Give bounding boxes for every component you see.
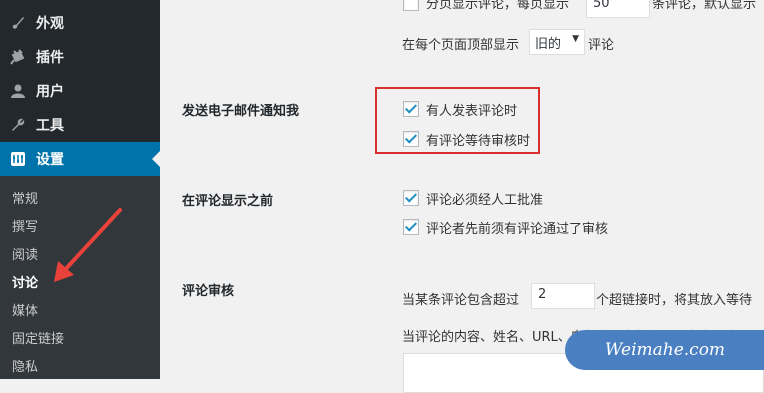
- menu-label: 用户: [36, 84, 64, 100]
- max-links-input[interactable]: 2: [531, 283, 595, 309]
- menu-label: 插件: [36, 50, 64, 66]
- watermark: Weimahe.com: [565, 330, 764, 370]
- submenu-item-reading[interactable]: 阅读: [12, 244, 38, 263]
- before-comment-label: 在评论显示之前: [182, 194, 274, 209]
- email-notify-label: 发送电子邮件通知我: [182, 104, 300, 119]
- submenu-item-privacy[interactable]: 隐私: [12, 356, 38, 375]
- comments-per-page-input[interactable]: 50: [586, 0, 650, 18]
- highlight-box: [375, 87, 540, 154]
- comment-order-value: 旧的: [535, 37, 562, 52]
- manual-approval-checkbox[interactable]: [403, 190, 419, 206]
- user-icon: [9, 82, 27, 100]
- moderation-label: 评论审核: [182, 284, 235, 299]
- menu-item-tools[interactable]: 工具: [0, 108, 160, 142]
- comment-order-select[interactable]: 旧的 ▼: [529, 29, 585, 55]
- previously-approved-label: 评论者先前须有评论通过了审核: [426, 222, 609, 237]
- settings-icon: [9, 150, 27, 168]
- paintbrush-icon: [9, 14, 27, 32]
- moderation-text-after: 个超链接时，将其放入等待: [596, 293, 753, 308]
- pagination-text-after: 条评论，默认显示: [652, 0, 757, 12]
- order-text-before: 在每个页面顶部显示: [402, 38, 520, 53]
- submenu-item-writing[interactable]: 撰写: [12, 216, 38, 235]
- menu-label: 设置: [36, 152, 64, 168]
- active-indicator: [152, 151, 160, 167]
- settings-content: 分页显示评论，每页显示 50 条评论，默认显示 在每个页面顶部显示 旧的 ▼ 评…: [160, 0, 764, 393]
- previously-approved-checkbox[interactable]: [403, 219, 419, 235]
- pagination-checkbox[interactable]: [403, 0, 419, 11]
- moderation-text-before: 当某条评论包含超过: [402, 293, 520, 308]
- submenu-item-permalinks[interactable]: 固定链接: [12, 328, 64, 347]
- menu-item-appearance[interactable]: 外观: [0, 6, 160, 40]
- annotation-arrow: [54, 208, 122, 282]
- submenu-item-general[interactable]: 常规: [12, 188, 38, 207]
- order-text-after: 评论: [588, 38, 615, 53]
- manual-approval-label: 评论必须经人工批准: [426, 193, 544, 208]
- pagination-text-before: 分页显示评论，每页显示: [426, 0, 570, 12]
- menu-item-plugins[interactable]: 插件: [0, 40, 160, 74]
- submenu-item-media[interactable]: 媒体: [12, 300, 38, 319]
- admin-sidebar: 外观 插件 用户 工具 设置 常规 撰写 阅读 讨论 媒体 固定链接 隐私: [0, 0, 160, 379]
- menu-label: 工具: [36, 118, 64, 134]
- menu-label: 外观: [36, 16, 64, 32]
- dropdown-arrow-icon: ▼: [572, 34, 579, 44]
- menu-item-settings[interactable]: 设置: [0, 142, 160, 176]
- menu-item-users[interactable]: 用户: [0, 74, 160, 108]
- plugin-icon: [9, 48, 27, 66]
- submenu-item-discussion[interactable]: 讨论: [12, 272, 38, 291]
- wrench-icon: [9, 116, 27, 134]
